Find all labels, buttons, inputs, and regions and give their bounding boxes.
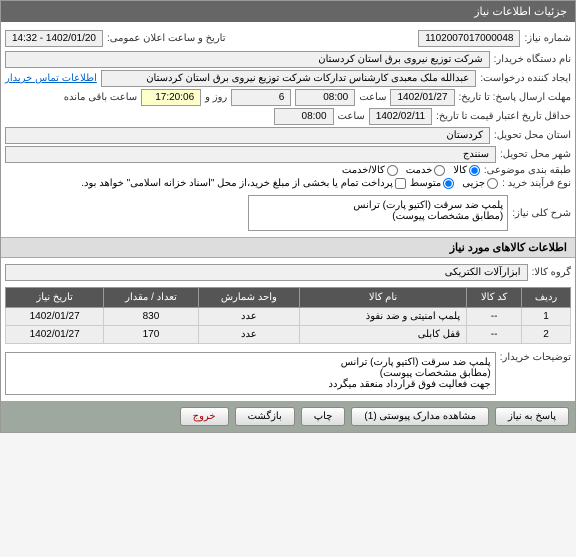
days-label: روز و bbox=[205, 92, 227, 103]
category-label: طبقه بندی موضوعی: bbox=[484, 165, 571, 176]
announce-label: تاریخ و ساعت اعلان عمومی: bbox=[107, 33, 226, 44]
creator-value: عبدالله ملک معبدی کارشناس تدارکات شرکت ت… bbox=[101, 70, 476, 87]
need-number-label: شماره نیاز: bbox=[524, 33, 571, 44]
remaining-label: ساعت باقی مانده bbox=[64, 92, 137, 103]
th-unit: واحد شمارش bbox=[198, 288, 299, 308]
th-date: تاریخ نیاز bbox=[6, 288, 104, 308]
contact-link[interactable]: اطلاعات تماس خریدار bbox=[5, 73, 97, 84]
buyer-desc-label: توضیحات خریدار: bbox=[500, 352, 571, 363]
radio-both-label: کالا/خدمت bbox=[342, 165, 385, 176]
goods-section-title: اطلاعات کالاهای مورد نیاز bbox=[1, 237, 575, 258]
attachments-button[interactable]: مشاهده مدارک پیوستی (1) bbox=[351, 407, 489, 426]
radio-goods-label: کالا bbox=[453, 165, 467, 176]
radio-medium-label: متوسط bbox=[410, 178, 441, 189]
process-label: نوع فرآیند خرید : bbox=[502, 178, 571, 189]
window-title: جزئیات اطلاعات نیاز bbox=[1, 1, 575, 22]
city-value: سنندج bbox=[5, 146, 496, 163]
table-row: 2--قفل کابلیعدد1701402/01/27 bbox=[6, 326, 571, 344]
radio-medium-input[interactable] bbox=[443, 178, 454, 189]
buyer-value: شرکت توزیع نیروی برق استان کردستان bbox=[5, 51, 490, 68]
th-row: ردیف bbox=[522, 288, 571, 308]
validity-label: حداقل تاریخ اعتبار قیمت تا تاریخ: bbox=[436, 111, 571, 122]
deadline-time: 08:00 bbox=[295, 89, 355, 106]
radio-small[interactable]: جزیی bbox=[462, 178, 498, 189]
time-label-2: ساعت bbox=[338, 111, 365, 122]
radio-goods[interactable]: کالا bbox=[453, 165, 480, 176]
radio-medium[interactable]: متوسط bbox=[410, 178, 454, 189]
radio-goods-input[interactable] bbox=[469, 165, 480, 176]
goods-table: ردیف کد کالا نام کالا واحد شمارش تعداد /… bbox=[5, 287, 571, 344]
exit-button[interactable]: خروج bbox=[180, 407, 229, 426]
group-label: گروه کالا: bbox=[532, 267, 571, 278]
remaining-time: 17:20:06 bbox=[141, 89, 201, 106]
radio-small-input[interactable] bbox=[487, 178, 498, 189]
print-button[interactable]: چاپ bbox=[301, 407, 346, 426]
desc-value: پلمپ ضد سرقت (اکتیو پارت) ترانس (مطابق م… bbox=[248, 195, 508, 231]
checkbox-treasury-input[interactable] bbox=[395, 178, 406, 189]
need-number-value: 1102007017000048 bbox=[418, 30, 520, 47]
reply-button[interactable]: پاسخ به نیاز bbox=[495, 407, 569, 426]
time-label-1: ساعت bbox=[359, 92, 386, 103]
checkbox-treasury[interactable]: پرداخت تمام یا بخشی از مبلغ خرید،از محل … bbox=[81, 178, 406, 189]
validity-time: 08:00 bbox=[274, 108, 334, 125]
th-code: کد کالا bbox=[467, 288, 522, 308]
th-name: نام کالا bbox=[299, 288, 466, 308]
radio-small-label: جزیی bbox=[462, 178, 485, 189]
radio-service-input[interactable] bbox=[434, 165, 445, 176]
desc-label: شرح کلی نیاز: bbox=[512, 208, 571, 219]
province-label: استان محل تحویل: bbox=[494, 130, 571, 141]
buyer-label: نام دستگاه خریدار: bbox=[494, 54, 571, 65]
buyer-desc-value: پلمپ ضد سرقت (اکتیو پارت) ترانس (مطابق م… bbox=[5, 352, 496, 395]
validity-date: 1402/02/11 bbox=[369, 108, 432, 125]
deadline-date: 1402/01/27 bbox=[390, 89, 454, 106]
radio-service[interactable]: خدمت bbox=[406, 165, 446, 176]
province-value: کردستان bbox=[5, 127, 490, 144]
creator-label: ایجاد کننده درخواست: bbox=[480, 73, 571, 84]
group-value: ابزارآلات الکتریکی bbox=[5, 264, 528, 281]
radio-both-input[interactable] bbox=[387, 165, 398, 176]
table-row: 1--پلمپ امنیتی و ضد نفوذعدد8301402/01/27 bbox=[6, 308, 571, 326]
back-button[interactable]: بازگشت bbox=[235, 407, 295, 426]
checkbox-treasury-label: پرداخت تمام یا بخشی از مبلغ خرید،از محل … bbox=[81, 178, 393, 189]
footer-bar: پاسخ به نیاز مشاهده مدارک پیوستی (1) چاپ… bbox=[1, 401, 575, 432]
radio-both[interactable]: کالا/خدمت bbox=[342, 165, 398, 176]
deadline-label: مهلت ارسال پاسخ: تا تاریخ: bbox=[459, 92, 571, 103]
city-label: شهر محل تحویل: bbox=[500, 149, 571, 160]
radio-service-label: خدمت bbox=[406, 165, 433, 176]
days-value: 6 bbox=[231, 89, 291, 106]
announce-value: 1402/01/20 - 14:32 bbox=[5, 30, 103, 47]
th-qty: تعداد / مقدار bbox=[104, 288, 198, 308]
